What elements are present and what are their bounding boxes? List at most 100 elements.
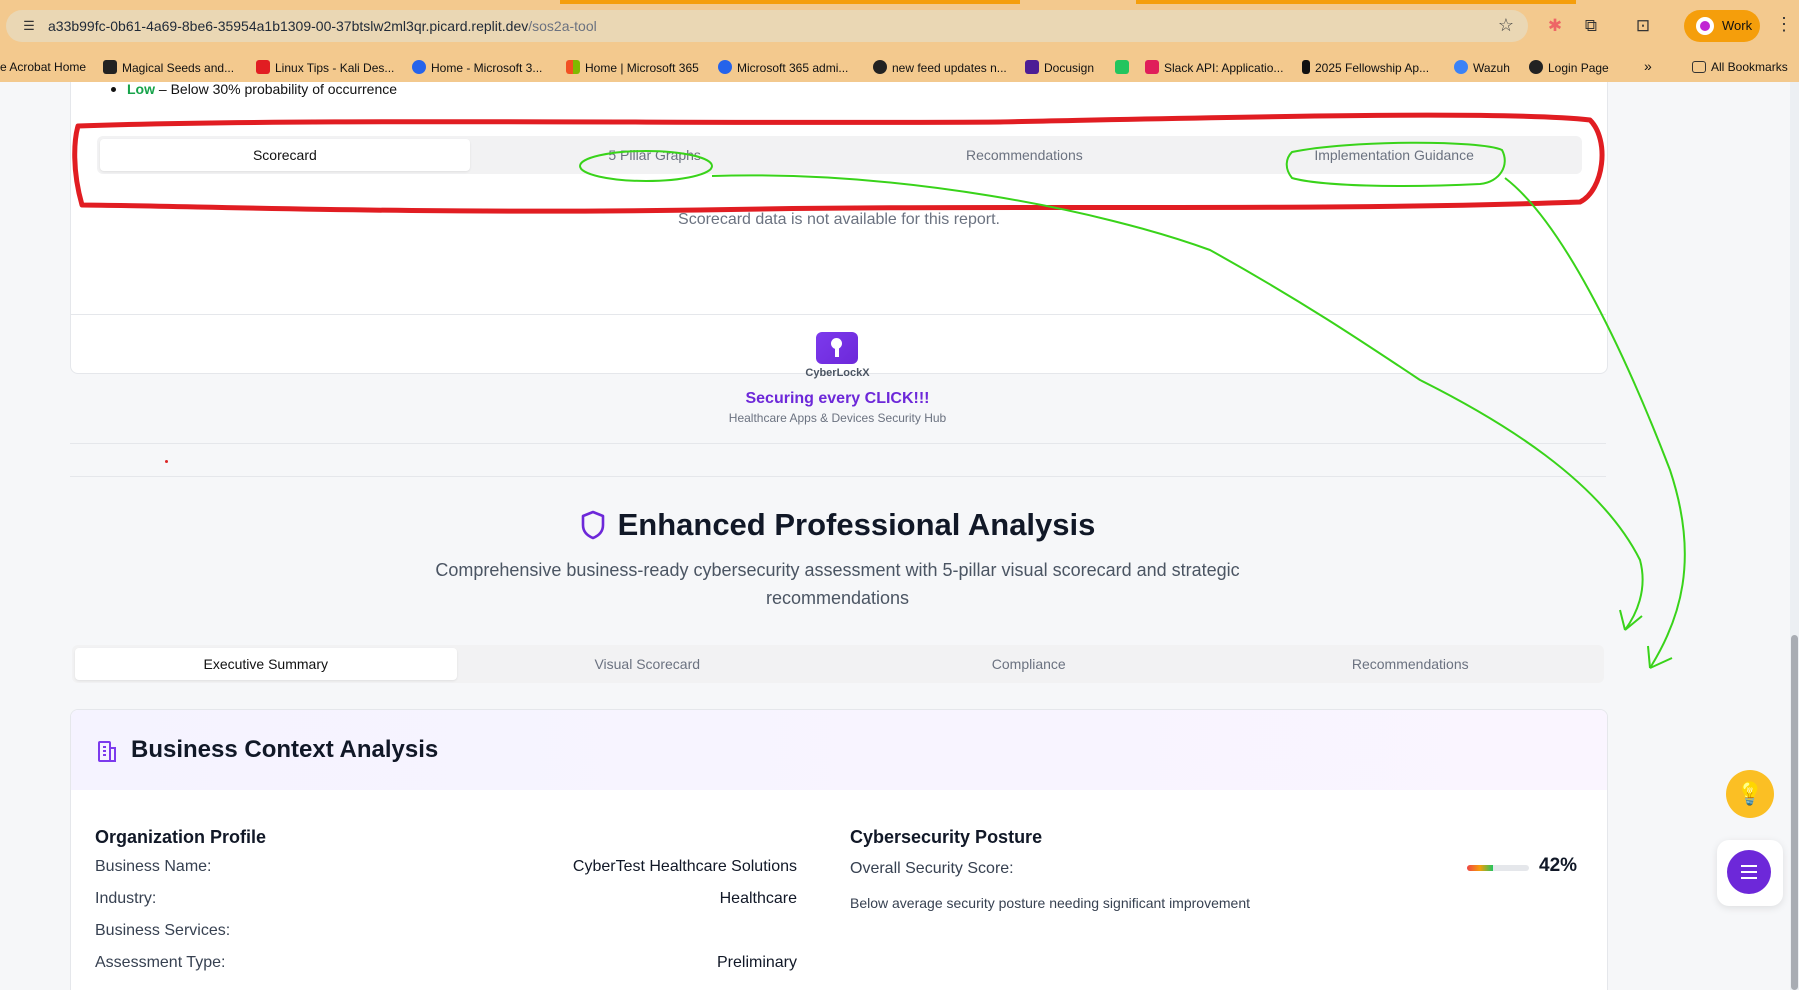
divider bbox=[70, 476, 1606, 477]
scorecard-empty-notice: Scorecard data is not available for this… bbox=[678, 211, 1000, 228]
menu-button[interactable] bbox=[1727, 850, 1771, 894]
brand-tagline: Securing every CLICK!!! bbox=[745, 390, 930, 407]
assessment-type-label: Assessment Type: bbox=[95, 954, 226, 971]
overall-score-value: 42% bbox=[1539, 855, 1578, 876]
bookmark-item[interactable]: Linux Tips - Kali Des... bbox=[256, 60, 394, 75]
meet-icon bbox=[1115, 60, 1129, 74]
scrollbar-thumb[interactable] bbox=[1791, 635, 1798, 990]
bookmark-item[interactable]: Home | Microsoft 365 bbox=[566, 60, 699, 75]
building-icon bbox=[98, 741, 116, 762]
stray-dot bbox=[165, 460, 168, 463]
bookmark-item[interactable]: Home - Microsoft 3... bbox=[412, 60, 542, 75]
low-label: Low bbox=[127, 82, 155, 97]
bookmarks-bar: e Acrobat Home Magical Seeds and... Linu… bbox=[0, 52, 1799, 82]
bookmark-star-icon[interactable]: ☆ bbox=[1498, 15, 1514, 36]
business-name-label: Business Name: bbox=[95, 858, 212, 875]
tab-recommendations[interactable]: Recommendations bbox=[840, 139, 1210, 171]
extensions-icon[interactable]: ⧉ bbox=[1580, 15, 1602, 37]
slack-icon bbox=[1145, 60, 1159, 74]
microsoft-icon bbox=[412, 60, 426, 74]
analysis-title-text: Enhanced Professional Analysis bbox=[617, 507, 1096, 542]
business-name-value: CyberTest Healthcare Solutions bbox=[572, 858, 797, 875]
bookmark-favicon-icon bbox=[103, 60, 117, 74]
bookmark-favicon-icon bbox=[1302, 60, 1310, 74]
bullet bbox=[111, 87, 116, 92]
bookmark-item[interactable]: Microsoft 365 admi... bbox=[718, 60, 848, 75]
tab-5-pillar-graphs[interactable]: 5 Pillar Graphs bbox=[470, 139, 840, 171]
page-content: Low – Below 30% probability of occurrenc… bbox=[0, 82, 1799, 990]
menu-fab-container bbox=[1717, 840, 1783, 906]
business-context-title: Business Context Analysis bbox=[131, 736, 439, 763]
tab-visual-scorecard[interactable]: Visual Scorecard bbox=[457, 648, 839, 680]
site-info-icon[interactable]: ☰ bbox=[20, 17, 38, 35]
tab-strip-indicator bbox=[560, 0, 1020, 4]
browser-menu-icon[interactable]: ⋮ bbox=[1775, 14, 1793, 35]
bookmarks-overflow-icon[interactable]: » bbox=[1644, 58, 1652, 74]
bookmark-item[interactable]: e Acrobat Home bbox=[0, 60, 86, 74]
posture-note: Below average security posture needing s… bbox=[850, 895, 1250, 911]
industry-value: Healthcare bbox=[719, 890, 797, 907]
wazuh-icon bbox=[1454, 60, 1468, 74]
menu-icon-line bbox=[1741, 865, 1757, 867]
profile-label: Work bbox=[1722, 18, 1753, 33]
microsoft-icon bbox=[566, 60, 580, 74]
microsoft-admin-icon bbox=[718, 60, 732, 74]
url-path: /sos2a-tool bbox=[528, 18, 597, 34]
overall-score-label: Overall Security Score: bbox=[850, 860, 1014, 877]
brand-subtitle: Healthcare Apps & Devices Security Hub bbox=[728, 411, 947, 425]
bookmark-item[interactable] bbox=[1115, 60, 1134, 75]
address-bar[interactable]: ☰ a33b99fc-0b61-4a69-8be6-35954a1b1309-0… bbox=[6, 10, 1528, 42]
profile-button[interactable]: Work bbox=[1684, 10, 1760, 42]
github-icon bbox=[873, 60, 887, 74]
analysis-tabs: Executive Summary Visual Scorecard Compl… bbox=[72, 645, 1604, 683]
page-scrollbar[interactable] bbox=[1790, 82, 1799, 990]
github-icon bbox=[1529, 60, 1543, 74]
menu-icon-line bbox=[1741, 871, 1757, 873]
low-text: – Below 30% probability of occurrence bbox=[155, 82, 398, 97]
divider bbox=[70, 314, 1606, 315]
bookmark-item[interactable]: new feed updates n... bbox=[873, 60, 1007, 75]
lightbulb-help-button[interactable]: 💡 bbox=[1726, 770, 1774, 818]
tab-scorecard[interactable]: Scorecard bbox=[100, 139, 470, 171]
url-host: a33b99fc-0b61-4a69-8be6-35954a1b1309-00-… bbox=[48, 18, 529, 34]
tab-executive-summary[interactable]: Executive Summary bbox=[75, 648, 457, 680]
metamask-icon[interactable]: ✱ bbox=[1544, 15, 1566, 37]
browser-toolbar: ☰ a33b99fc-0b61-4a69-8be6-35954a1b1309-0… bbox=[0, 0, 1799, 52]
shield-icon bbox=[581, 510, 604, 540]
bookmark-item[interactable]: Slack API: Applicatio... bbox=[1145, 60, 1283, 75]
bookmark-item[interactable]: Login Page bbox=[1529, 60, 1609, 75]
tab-strip-indicator bbox=[1136, 0, 1576, 4]
bookmark-item[interactable]: Wazuh bbox=[1454, 60, 1510, 75]
bookmark-item[interactable]: Magical Seeds and... bbox=[103, 60, 234, 75]
folder-icon bbox=[1692, 61, 1706, 73]
brand-name: CyberLockX bbox=[805, 367, 870, 379]
business-context-header: Business Context Analysis bbox=[71, 710, 1607, 790]
all-bookmarks-button[interactable]: All Bookmarks bbox=[1692, 60, 1788, 74]
scorecard-card: Low – Below 30% probability of occurrenc… bbox=[70, 82, 1608, 374]
bookmark-item[interactable]: Docusign bbox=[1025, 60, 1094, 75]
overall-score-bar bbox=[1467, 865, 1529, 871]
risk-legend-low: Low – Below 30% probability of occurrenc… bbox=[111, 82, 398, 97]
tab-analysis-recommendations[interactable]: Recommendations bbox=[1220, 648, 1602, 680]
docusign-icon bbox=[1025, 60, 1039, 74]
profile-avatar-icon bbox=[1696, 17, 1714, 35]
assessment-type-value: Preliminary bbox=[716, 954, 797, 971]
bookmark-item[interactable]: 2025 Fellowship Ap... bbox=[1302, 60, 1429, 75]
menu-icon-line bbox=[1741, 877, 1757, 879]
analysis-subtitle: Comprehensive business-ready cybersecuri… bbox=[435, 560, 1240, 608]
org-profile-heading: Organization Profile bbox=[95, 827, 267, 847]
tab-search-icon[interactable]: ⊡ bbox=[1632, 15, 1654, 37]
report-tabs: Scorecard 5 Pillar Graphs Recommendation… bbox=[97, 136, 1582, 174]
tab-compliance[interactable]: Compliance bbox=[838, 648, 1220, 680]
divider bbox=[70, 443, 1606, 444]
industry-label: Industry: bbox=[95, 890, 157, 907]
business-services-label: Business Services: bbox=[95, 922, 231, 939]
analysis-title: Enhanced Professional Analysis bbox=[0, 507, 1675, 543]
cyberlockx-logo-icon bbox=[816, 332, 858, 364]
url-text[interactable]: a33b99fc-0b61-4a69-8be6-35954a1b1309-00-… bbox=[48, 18, 597, 34]
youtube-icon bbox=[256, 60, 270, 74]
posture-heading: Cybersecurity Posture bbox=[850, 827, 1043, 847]
tab-implementation-guidance[interactable]: Implementation Guidance bbox=[1209, 139, 1579, 171]
overall-score-fill bbox=[1467, 865, 1494, 871]
business-context-card: Business Context Analysis Organization P… bbox=[70, 709, 1608, 990]
